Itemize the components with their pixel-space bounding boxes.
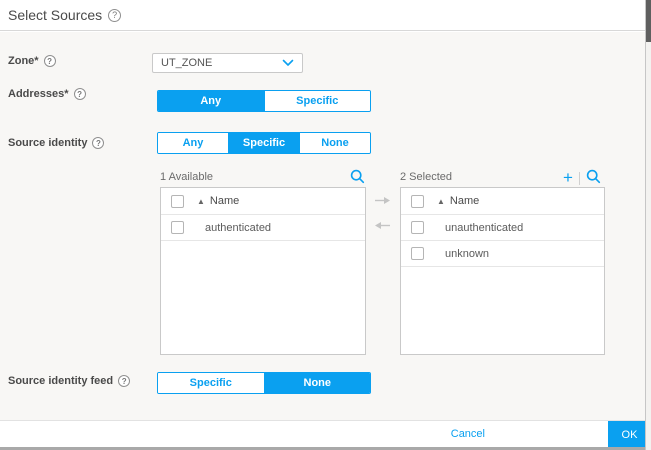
transfer-arrows — [374, 192, 391, 235]
source-identity-toggle: Any Specific None — [157, 132, 371, 154]
available-header-row: ▲ Name — [161, 188, 365, 215]
source-identity-feed-help-icon[interactable]: ? — [118, 375, 131, 387]
addresses-label: Addresses* ? — [8, 88, 86, 100]
row-checkbox[interactable] — [411, 247, 424, 260]
selected-list-title: 2 Selected — [400, 171, 452, 183]
row-checkbox[interactable] — [171, 221, 184, 234]
chevron-down-icon — [282, 59, 294, 67]
addresses-toggle: Any Specific — [157, 90, 371, 112]
available-select-all-checkbox[interactable] — [171, 194, 184, 208]
available-name-column-header[interactable]: Name — [210, 195, 239, 207]
tools-divider — [578, 171, 580, 185]
select-sources-dialog: Select Sources ? Zone* ? UT_ZONE Address… — [0, 0, 651, 450]
available-list-tools — [350, 169, 365, 189]
zone-dropdown-value: UT_ZONE — [161, 57, 213, 69]
search-icon[interactable] — [350, 169, 365, 189]
zone-help-icon[interactable]: ? — [43, 55, 56, 67]
available-list-title: 1 Available — [160, 171, 214, 183]
source-identity-label-text: Source identity — [8, 137, 88, 149]
feed-specific-button[interactable]: Specific — [158, 373, 264, 393]
source-identity-feed-label: Source identity feed ? — [8, 375, 131, 387]
zone-dropdown[interactable]: UT_ZONE — [152, 53, 303, 73]
source-identity-feed-label-text: Source identity feed — [8, 375, 114, 387]
available-list: ▲ Name authenticated — [160, 187, 366, 355]
title-help-icon[interactable]: ? — [108, 8, 122, 22]
scrollbar-track[interactable] — [646, 0, 651, 450]
move-left-icon[interactable] — [374, 217, 391, 235]
table-row[interactable]: unauthenticated — [401, 215, 604, 241]
dialog-footer: Cancel OK — [0, 420, 651, 448]
row-label: unknown — [445, 247, 490, 260]
cancel-button[interactable]: Cancel — [451, 428, 485, 440]
sort-asc-icon[interactable]: ▲ — [437, 197, 445, 206]
addresses-any-button[interactable]: Any — [158, 91, 264, 111]
table-row[interactable]: unknown — [401, 241, 604, 267]
row-checkbox[interactable] — [411, 221, 424, 234]
zone-label: Zone* ? — [8, 55, 56, 67]
source-identity-feed-toggle: Specific None — [157, 372, 371, 394]
search-icon[interactable] — [586, 169, 601, 189]
table-row[interactable]: authenticated — [161, 215, 365, 241]
row-label: authenticated — [205, 221, 272, 234]
source-identity-specific-button[interactable]: Specific — [228, 133, 299, 153]
selected-name-column-header[interactable]: Name — [450, 195, 479, 207]
move-right-icon[interactable] — [374, 192, 391, 210]
add-icon[interactable]: + — [563, 169, 573, 186]
dialog-body: Zone* ? UT_ZONE Addresses* ? Any Specifi… — [0, 32, 645, 420]
selected-list-tools: + — [563, 167, 601, 189]
selected-select-all-checkbox[interactable] — [411, 194, 424, 208]
page-title: Select Sources — [8, 7, 103, 23]
scrollbar-thumb[interactable] — [646, 0, 651, 42]
row-label: unauthenticated — [445, 221, 524, 234]
selected-header-row: ▲ Name — [401, 188, 604, 215]
source-identity-label: Source identity ? — [8, 137, 105, 149]
selected-list: ▲ Name unauthenticated unknown — [400, 187, 605, 355]
addresses-label-text: Addresses* — [8, 88, 69, 100]
dialog-header: Select Sources ? — [0, 0, 645, 31]
addresses-specific-button[interactable]: Specific — [263, 91, 370, 111]
feed-none-button[interactable]: None — [263, 373, 370, 393]
source-identity-help-icon[interactable]: ? — [92, 137, 105, 149]
sort-asc-icon[interactable]: ▲ — [197, 197, 205, 206]
addresses-help-icon[interactable]: ? — [73, 88, 86, 100]
source-identity-none-button[interactable]: None — [299, 133, 370, 153]
source-identity-any-button[interactable]: Any — [158, 133, 228, 153]
zone-label-text: Zone* — [8, 55, 39, 67]
